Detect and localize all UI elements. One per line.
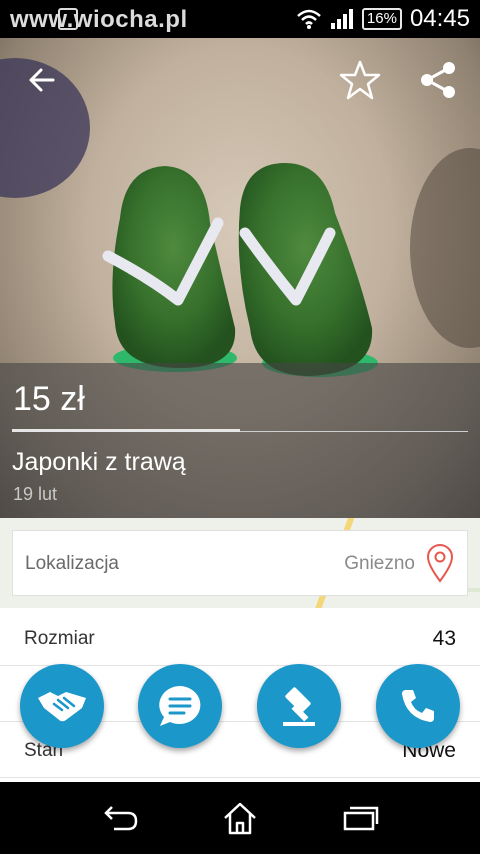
nav-back-button[interactable] [96, 798, 144, 838]
watermark: www.wiocha.pl [10, 6, 188, 33]
divider-highlight [12, 429, 240, 432]
navigation-bar [0, 782, 480, 854]
recent-apps-icon [343, 806, 379, 831]
phone-icon [402, 690, 434, 722]
listing-price: 15 zł [13, 380, 85, 418]
wifi-icon [297, 9, 321, 29]
location-label: Lokalizacja [25, 553, 119, 574]
location-value: Gniezno [344, 553, 415, 574]
signal-icon [330, 9, 353, 29]
battery-indicator: 16% [361, 8, 402, 30]
listing-date: 19 lut [13, 484, 58, 504]
home-icon [224, 802, 256, 835]
status-icons: 16% 04:45 [296, 5, 470, 33]
status-bar: www.wiocha.pl 16% 04:45 [0, 0, 480, 38]
location-card[interactable]: Lokalizacja Gniezno [12, 530, 468, 596]
auction-button[interactable] [257, 664, 341, 748]
detail-row-size: Rozmiar 43 [0, 610, 480, 666]
nav-recent-apps-button[interactable] [336, 798, 384, 838]
handshake-icon [38, 692, 86, 722]
listing-title: Japonki z trawą [12, 448, 186, 476]
handshake-button[interactable] [20, 664, 104, 748]
back-icon [104, 806, 138, 831]
detail-value: 43 [432, 627, 456, 650]
share-button[interactable] [414, 56, 462, 104]
star-icon [339, 60, 381, 100]
call-button[interactable] [376, 664, 460, 748]
chat-bubble-icon [159, 686, 201, 726]
gavel-icon [283, 687, 315, 726]
back-button[interactable] [18, 56, 66, 104]
nav-home-button[interactable] [216, 798, 264, 838]
favorite-button[interactable] [336, 56, 384, 104]
detail-label: Rozmiar [24, 628, 95, 649]
message-button[interactable] [138, 664, 222, 748]
back-arrow-icon [29, 68, 55, 92]
location-pin-icon [426, 544, 454, 583]
share-icon [421, 62, 455, 98]
clock: 04:45 [409, 5, 470, 32]
